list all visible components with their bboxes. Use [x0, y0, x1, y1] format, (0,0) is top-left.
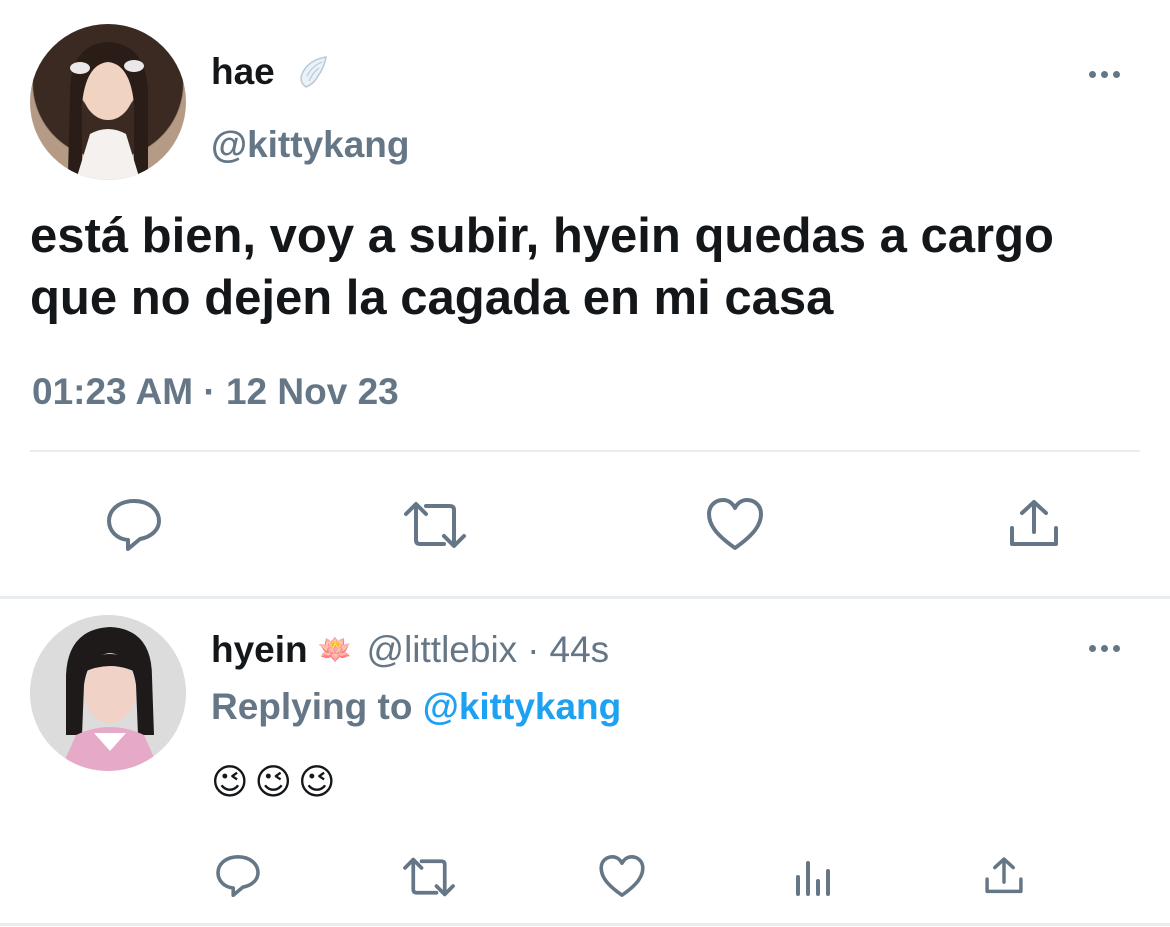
retweet-icon[interactable] — [400, 856, 458, 898]
handle-littlebix[interactable]: @littlebix — [367, 628, 518, 672]
separator-dot: · — [527, 629, 540, 670]
tweet-timestamp[interactable]: 01:23 AM · 12 Nov 23 — [32, 370, 399, 414]
reply-time[interactable]: 44s — [550, 628, 610, 672]
handle-kittykang[interactable]: @kittykang — [211, 123, 410, 167]
like-icon[interactable] — [705, 496, 765, 552]
replying-to-line: Replying to @kittykang — [211, 685, 621, 729]
divider — [30, 450, 1140, 452]
avatar-hyein-image — [30, 615, 186, 771]
display-name-hae[interactable]: hae — [211, 50, 275, 94]
lotus-icon: 🪷 — [317, 634, 353, 665]
reply-text: 😉😉😉 — [211, 761, 342, 802]
display-name-hyein[interactable]: hyein — [211, 628, 308, 672]
like-icon[interactable] — [598, 853, 646, 899]
avatar-hae-image — [68, 42, 148, 180]
divider — [0, 596, 1170, 599]
analytics-icon[interactable] — [794, 857, 834, 897]
divider — [0, 923, 1170, 926]
reply-icon[interactable] — [104, 496, 164, 554]
reply-icon[interactable] — [214, 852, 262, 900]
avatar-hae[interactable] — [30, 24, 186, 180]
share-icon[interactable] — [1006, 498, 1062, 550]
more-options-icon[interactable] — [1089, 71, 1120, 78]
more-options-icon[interactable] — [1089, 645, 1120, 652]
replying-to-mention[interactable]: @kittykang — [423, 686, 622, 727]
replying-to-label: Replying to — [211, 686, 413, 727]
reply-header: hyein 🪷 @littlebix · 44s — [211, 628, 609, 672]
share-icon[interactable] — [982, 856, 1026, 896]
tweet-text: está bien, voy a subir, hyein quedas a c… — [30, 209, 1054, 325]
retweet-icon[interactable] — [400, 500, 470, 550]
angel-wing-icon — [296, 54, 330, 90]
avatar-hyein[interactable] — [30, 615, 186, 771]
